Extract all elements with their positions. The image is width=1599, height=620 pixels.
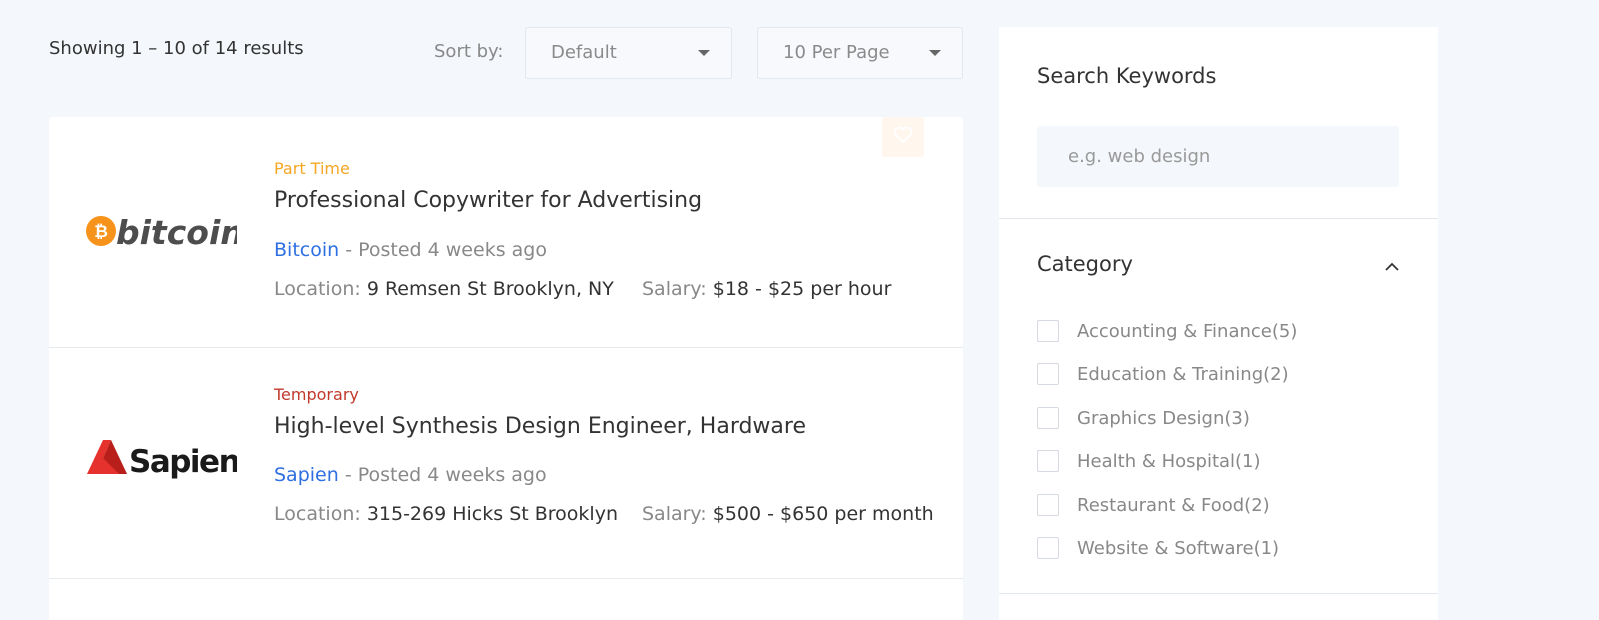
category-checkbox[interactable]: [1037, 450, 1059, 472]
category-item-website-software[interactable]: Website & Software(1): [1037, 534, 1397, 562]
company-link[interactable]: Bitcoin: [274, 239, 339, 261]
salary-label: Salary:: [642, 503, 707, 525]
divider: [999, 593, 1438, 594]
search-input[interactable]: [1037, 126, 1399, 187]
svg-text:bitcoin: bitcoin: [116, 213, 237, 251]
company-line: Bitcoin - Posted 4 weeks ago: [274, 239, 547, 261]
category-label: Website & Software(1): [1077, 537, 1280, 559]
salary-value: $500 - $650 per month: [712, 503, 934, 525]
chevron-down-icon: [929, 50, 941, 56]
category-label: Graphics Design(3): [1077, 407, 1250, 429]
job-list: ₿ bitcoin Part Time Professional Copywri…: [49, 117, 963, 620]
per-page-select-value: 10 Per Page: [783, 42, 890, 63]
location-label: Location:: [274, 278, 361, 300]
job-type-badge: Temporary: [274, 385, 359, 404]
job-title[interactable]: Professional Copywriter for Advertising: [274, 188, 702, 213]
svg-text:Sapient: Sapient: [129, 444, 237, 480]
sort-label: Sort by:: [434, 41, 504, 62]
results-count: Showing 1 – 10 of 14 results: [49, 38, 304, 59]
category-label: Restaurant & Food(2): [1077, 494, 1270, 516]
category-item-graphics-design[interactable]: Graphics Design(3): [1037, 404, 1397, 432]
category-checkbox[interactable]: [1037, 407, 1059, 429]
category-checkbox[interactable]: [1037, 494, 1059, 516]
location-label: Location:: [274, 503, 361, 525]
job-location: Location: 315-269 Hicks St Brooklyn: [274, 503, 618, 525]
location-value: 315-269 Hicks St Brooklyn: [366, 503, 618, 525]
bookmark-button[interactable]: [882, 117, 924, 157]
chevron-up-icon[interactable]: [1382, 259, 1402, 275]
company-link[interactable]: Sapien: [274, 464, 339, 486]
category-heading[interactable]: Category: [1037, 252, 1133, 276]
category-item-accounting-finance[interactable]: Accounting & Finance(5): [1037, 317, 1397, 345]
category-label: Education & Training(2): [1077, 363, 1289, 385]
job-card[interactable]: ₿ bitcoin Part Time Professional Copywri…: [49, 117, 963, 348]
job-card[interactable]: Sapient Temporary High-level Synthesis D…: [49, 348, 963, 579]
posted-date: - Posted 4 weeks ago: [345, 239, 547, 261]
category-item-restaurant-food[interactable]: Restaurant & Food(2): [1037, 491, 1397, 519]
chevron-down-icon: [698, 50, 710, 56]
company-line: Sapien - Posted 4 weeks ago: [274, 464, 547, 486]
salary-value: $18 - $25 per hour: [712, 278, 892, 300]
location-value: 9 Remsen St Brooklyn, NY: [366, 278, 614, 300]
heart-icon: [893, 126, 913, 148]
sapient-logo: Sapient: [85, 428, 237, 488]
category-checkbox[interactable]: [1037, 363, 1059, 385]
sort-select-value: Default: [551, 42, 617, 63]
job-title[interactable]: High-level Synthesis Design Engineer, Ha…: [274, 414, 806, 439]
category-checkbox[interactable]: [1037, 537, 1059, 559]
category-checkbox[interactable]: [1037, 320, 1059, 342]
job-salary: Salary: $18 - $25 per hour: [642, 278, 891, 300]
svg-text:₿: ₿: [94, 222, 108, 242]
posted-date: - Posted 4 weeks ago: [344, 464, 547, 486]
filter-sidebar: Search Keywords Category Accounting & Fi…: [999, 27, 1438, 620]
sort-select[interactable]: Default: [525, 27, 732, 79]
category-item-health-hospital[interactable]: Health & Hospital(1): [1037, 447, 1397, 475]
category-label: Health & Hospital(1): [1077, 450, 1261, 472]
job-salary: Salary: $500 - $650 per month: [642, 503, 934, 525]
bitcoin-logo: ₿ bitcoin: [85, 201, 237, 261]
salary-label: Salary:: [642, 278, 707, 300]
search-keywords-heading: Search Keywords: [1037, 64, 1217, 88]
per-page-select[interactable]: 10 Per Page: [757, 27, 963, 79]
job-location: Location: 9 Remsen St Brooklyn, NY: [274, 278, 614, 300]
job-type-badge: Part Time: [274, 159, 350, 178]
divider: [999, 218, 1438, 219]
category-label: Accounting & Finance(5): [1077, 320, 1298, 342]
category-item-education-training[interactable]: Education & Training(2): [1037, 360, 1397, 388]
